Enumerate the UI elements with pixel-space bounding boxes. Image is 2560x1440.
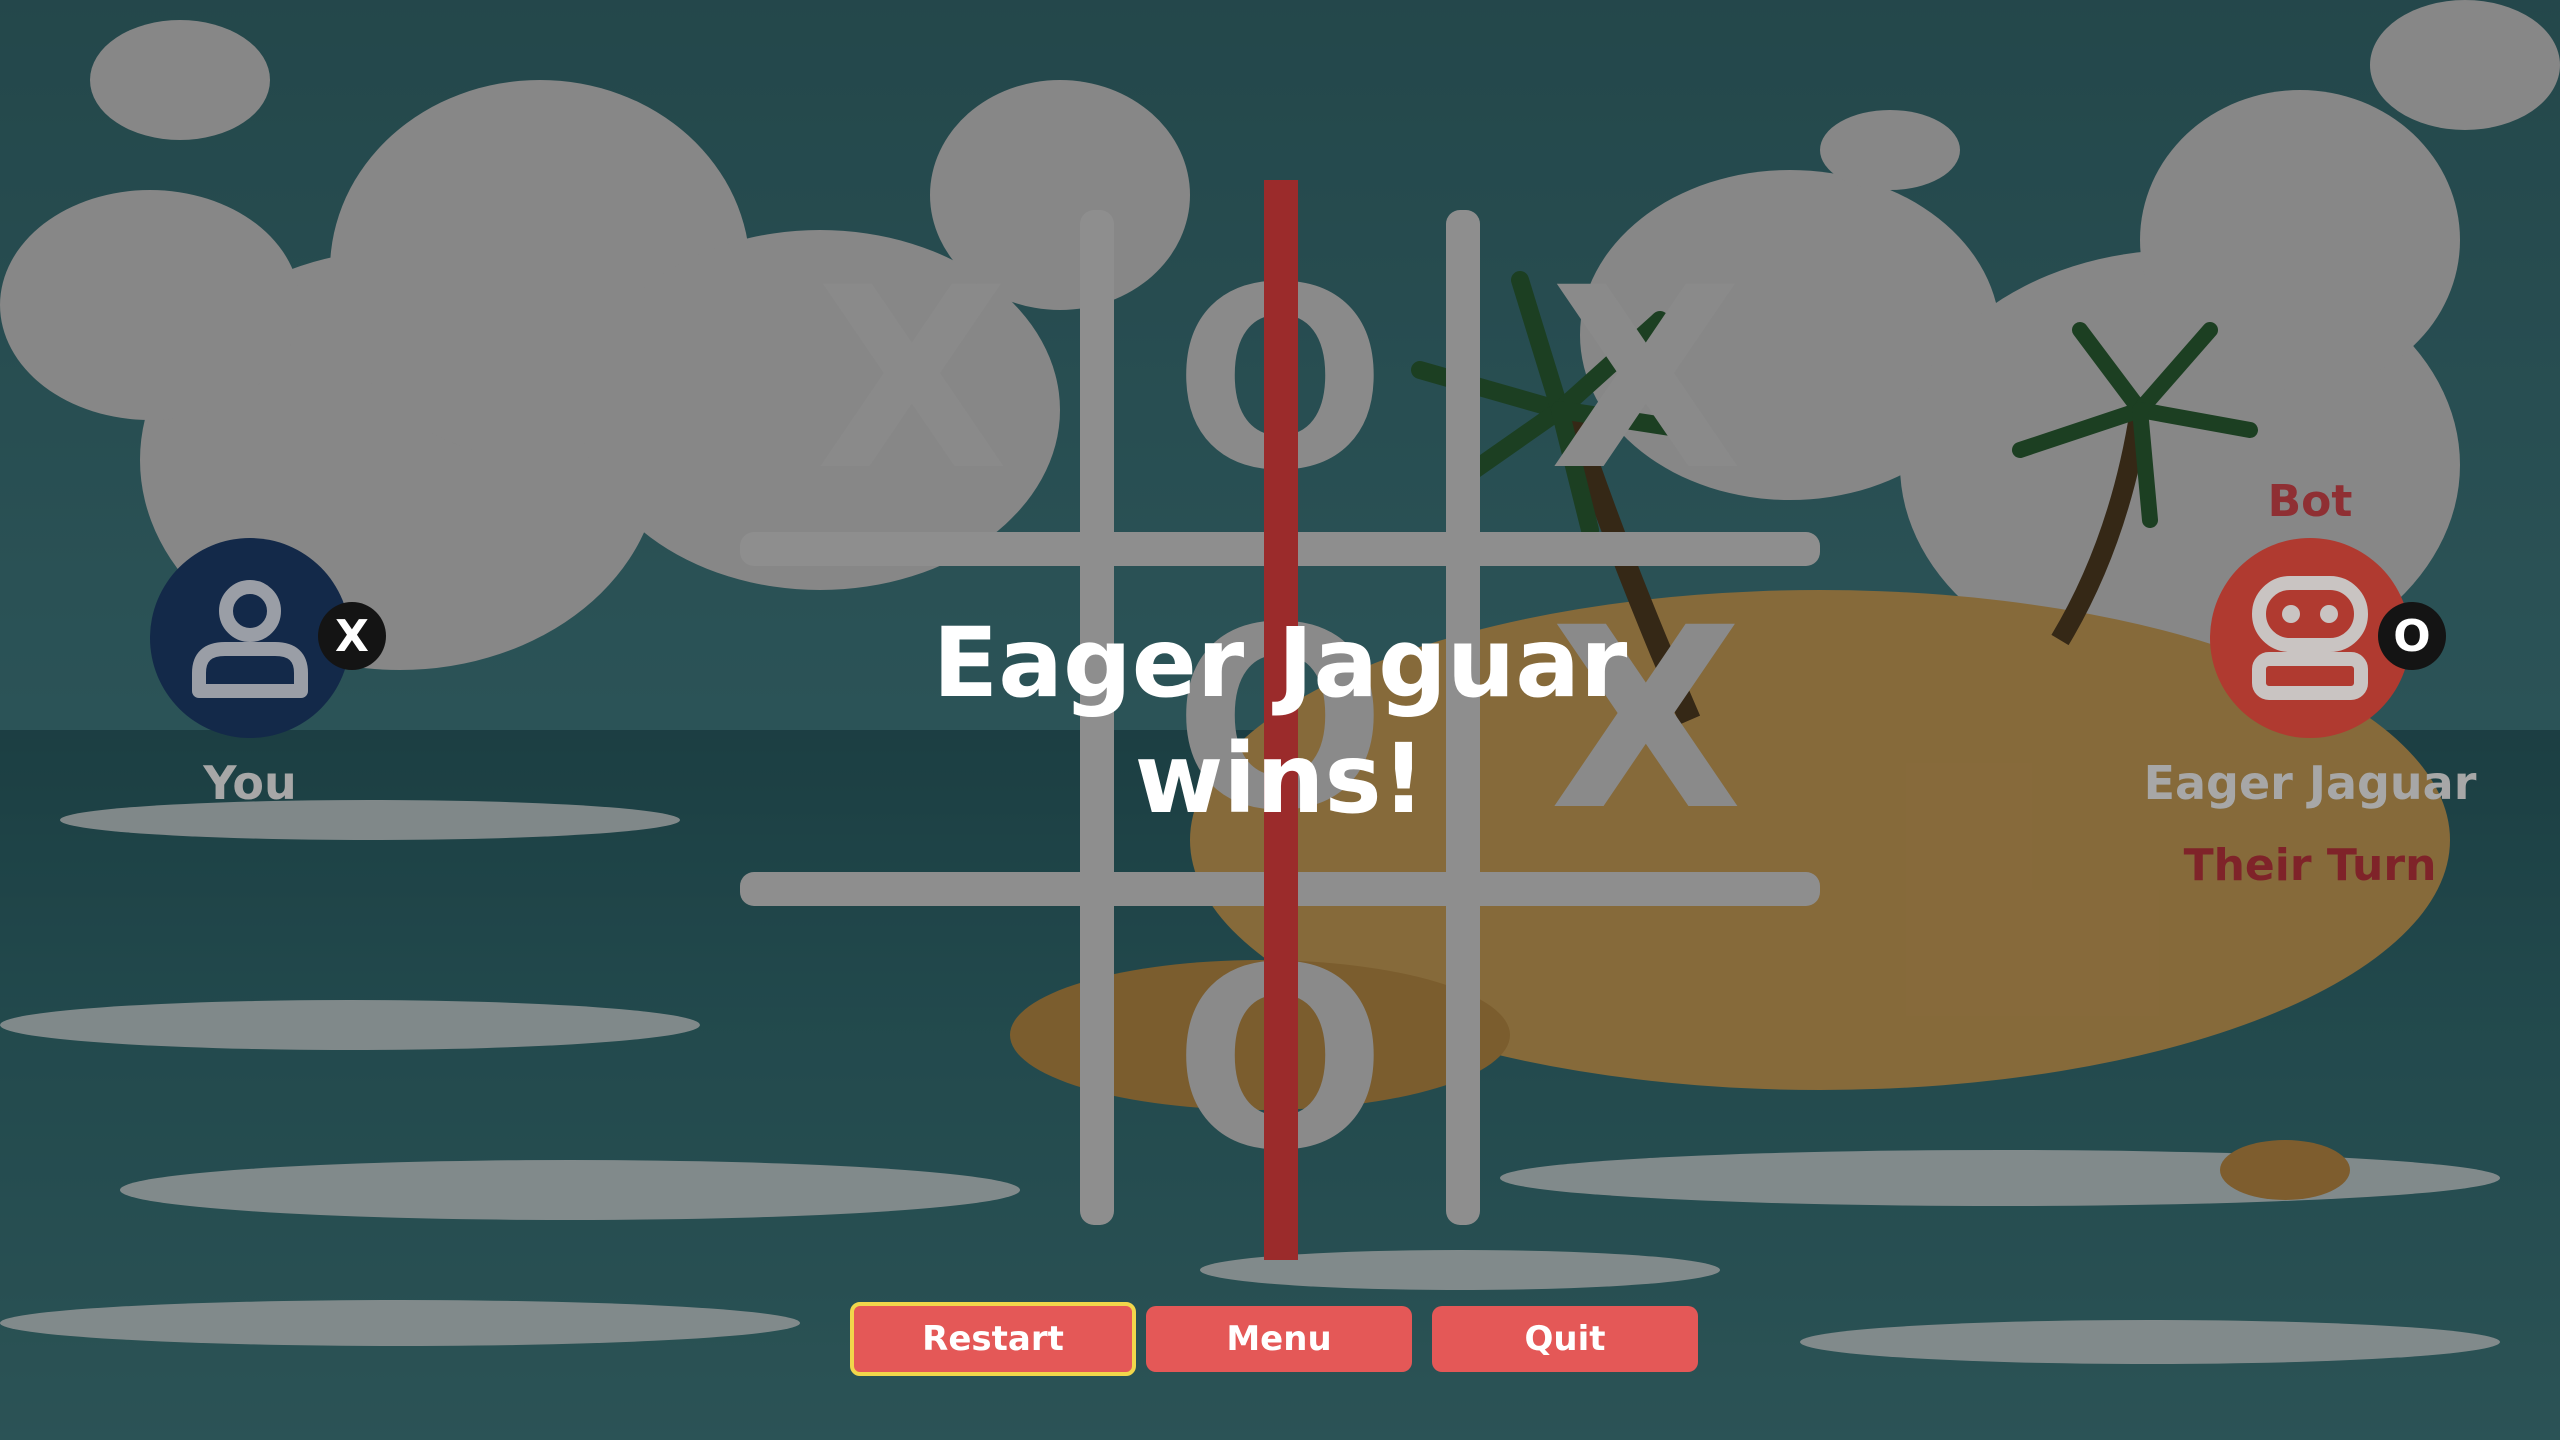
person-icon	[192, 580, 308, 698]
cell-3[interactable]: X	[1550, 250, 1743, 510]
restart-button[interactable]: Restart	[850, 1302, 1136, 1376]
menu-button[interactable]: Menu	[1146, 1306, 1412, 1372]
cell-1[interactable]: X	[816, 250, 1009, 510]
player-symbol-badge: X	[318, 602, 386, 670]
winner-message: Eager Jaguar wins!	[932, 607, 1628, 835]
robot-icon	[2252, 576, 2368, 700]
turn-indicator: Their Turn	[2183, 840, 2437, 891]
opponent-name: Eager Jaguar	[2143, 756, 2477, 810]
opponent-symbol-badge: O	[2378, 602, 2446, 670]
player-name: You	[203, 756, 297, 810]
game-board: X O X O X O Eager Jaguar wins!	[0, 0, 2560, 1440]
cell-9[interactable]	[1556, 930, 1736, 1190]
opponent-role-label: Bot	[2267, 476, 2353, 527]
cell-7[interactable]	[822, 930, 1002, 1190]
quit-button[interactable]: Quit	[1432, 1306, 1698, 1372]
